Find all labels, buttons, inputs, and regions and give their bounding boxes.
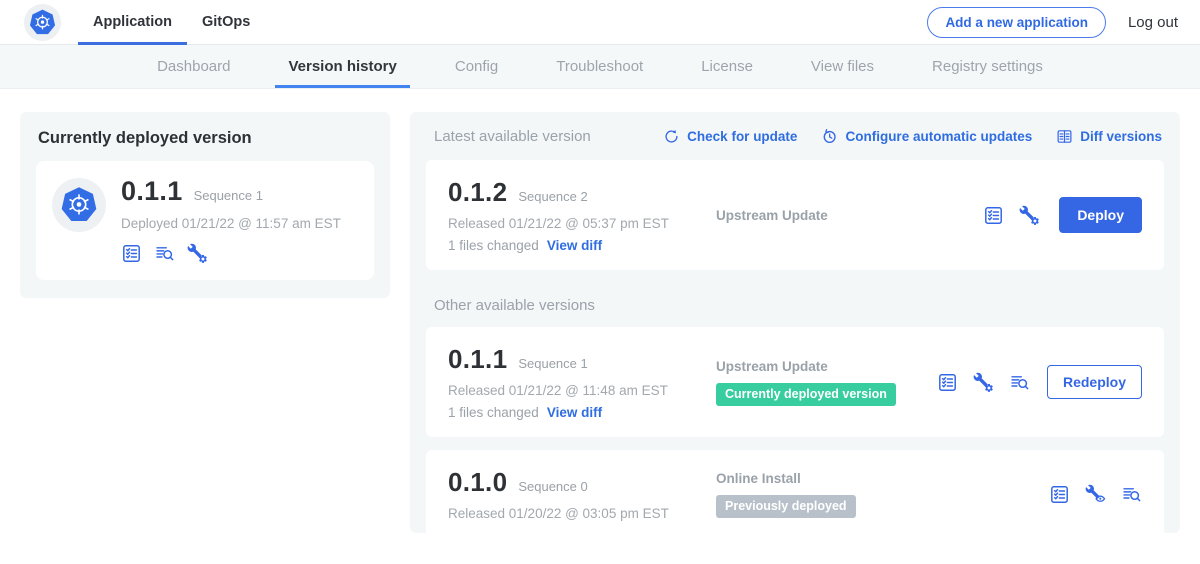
subnav-tab-troubleshoot[interactable]: Troubleshoot (527, 45, 672, 88)
app-subnav: Dashboard Version history Config Trouble… (0, 45, 1200, 89)
preflight-checks-icon[interactable] (937, 372, 958, 393)
subnav-tab-view-files[interactable]: View files (782, 45, 903, 88)
preflight-checks-icon[interactable] (1049, 484, 1070, 505)
version-row-0-1-2: 0.1.2 Sequence 2 Released 01/21/22 @ 05:… (426, 160, 1164, 270)
diff-versions-link[interactable]: Diff versions (1056, 128, 1162, 145)
sequence-label: Sequence 1 (518, 356, 587, 371)
subnav-tab-license[interactable]: License (672, 45, 782, 88)
subnav-tab-dashboard[interactable]: Dashboard (128, 45, 259, 88)
version-number: 0.1.1 (448, 344, 507, 375)
version-history-panel: Latest available version Check for updat… (410, 112, 1180, 533)
header-tabs: Application GitOps (78, 0, 265, 44)
edit-config-icon[interactable] (973, 372, 994, 393)
version-row-0-1-1: 0.1.1 Sequence 1 Released 01/21/22 @ 11:… (426, 327, 1164, 437)
view-diff-link[interactable]: View diff (547, 405, 602, 420)
version-source-label: Online Install (716, 471, 1049, 486)
deployed-card-title: Currently deployed version (38, 129, 374, 148)
deploy-logs-icon[interactable] (154, 243, 175, 264)
deployed-timestamp: Deployed 01/21/22 @ 11:57 am EST (121, 216, 341, 231)
preflight-checks-icon[interactable] (121, 243, 142, 264)
deploy-logs-icon[interactable] (1009, 372, 1030, 393)
subnav-tab-registry-settings[interactable]: Registry settings (903, 45, 1072, 88)
version-number: 0.1.0 (448, 467, 507, 498)
currently-deployed-badge: Currently deployed version (716, 383, 896, 406)
files-changed-label: 1 files changed (448, 238, 539, 253)
clock-refresh-icon (821, 128, 838, 145)
tab-gitops[interactable]: GitOps (187, 0, 265, 44)
configure-automatic-updates-label: Configure automatic updates (845, 129, 1032, 144)
subnav-tab-config[interactable]: Config (426, 45, 527, 88)
released-timestamp: Released 01/21/22 @ 05:37 pm EST (448, 216, 698, 231)
edit-config-icon[interactable] (187, 243, 208, 264)
view-config-icon[interactable] (1085, 484, 1106, 505)
other-versions-title: Other available versions (434, 297, 1164, 314)
preflight-checks-icon[interactable] (983, 205, 1004, 226)
check-for-update-label: Check for update (687, 129, 797, 144)
deploy-logs-icon[interactable] (1121, 484, 1142, 505)
version-number: 0.1.2 (448, 177, 507, 208)
redeploy-button[interactable]: Redeploy (1047, 365, 1142, 399)
released-timestamp: Released 01/20/22 @ 03:05 pm EST (448, 506, 698, 521)
top-header: Application GitOps Add a new application… (0, 0, 1200, 45)
version-source-label: Upstream Update (716, 359, 937, 374)
refresh-icon (663, 128, 680, 145)
diff-versions-label: Diff versions (1080, 129, 1162, 144)
add-new-application-button[interactable]: Add a new application (927, 7, 1106, 38)
files-changed-label: 1 files changed (448, 405, 539, 420)
kubernetes-logo (24, 4, 61, 41)
previously-deployed-badge: Previously deployed (716, 495, 856, 518)
logout-link[interactable]: Log out (1128, 14, 1178, 31)
edit-config-icon[interactable] (1019, 205, 1040, 226)
released-timestamp: Released 01/21/22 @ 11:48 am EST (448, 383, 698, 398)
app-logo (52, 178, 106, 232)
configure-automatic-updates-link[interactable]: Configure automatic updates (821, 128, 1032, 145)
check-for-update-link[interactable]: Check for update (663, 128, 797, 145)
diff-icon (1056, 128, 1073, 145)
view-diff-link[interactable]: View diff (547, 238, 602, 253)
deployed-sequence-label: Sequence 1 (194, 188, 263, 203)
subnav-tab-version-history[interactable]: Version history (259, 45, 425, 88)
version-row-0-1-0: 0.1.0 Sequence 0 Released 01/20/22 @ 03:… (426, 450, 1164, 538)
currently-deployed-card: Currently deployed version 0.1.1 Sequenc… (20, 112, 390, 298)
deploy-button[interactable]: Deploy (1059, 197, 1142, 233)
deployed-version-card: 0.1.1 Sequence 1 Deployed 01/21/22 @ 11:… (36, 161, 374, 280)
tab-application[interactable]: Application (78, 0, 187, 44)
deployed-version-number: 0.1.1 (121, 176, 183, 207)
sequence-label: Sequence 0 (518, 479, 587, 494)
version-source-label: Upstream Update (716, 208, 983, 223)
sequence-label: Sequence 2 (518, 189, 587, 204)
latest-version-title: Latest available version (434, 128, 591, 145)
header-right: Add a new application Log out (927, 0, 1178, 44)
